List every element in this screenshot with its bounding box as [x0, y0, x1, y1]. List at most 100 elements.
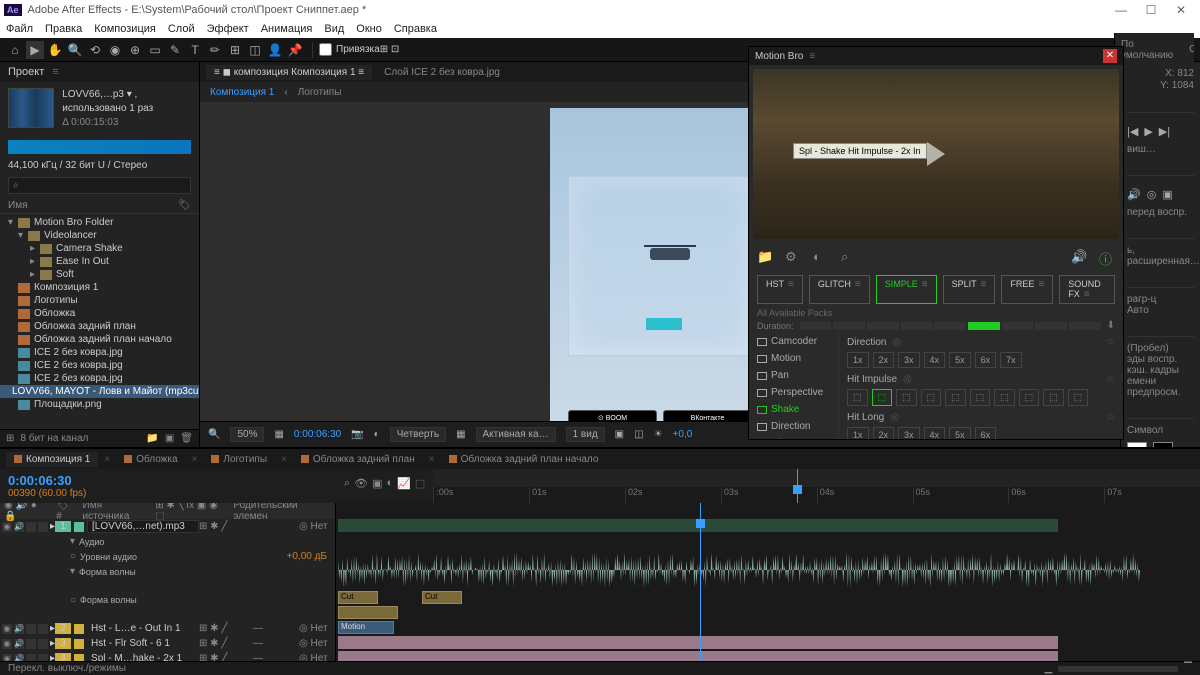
clip[interactable] [338, 651, 1058, 661]
tree-item[interactable]: ▸Camera Shake [0, 242, 199, 255]
duration-bar[interactable] [800, 322, 1101, 330]
views-dropdown[interactable]: 1 вид [566, 427, 605, 442]
canvas[interactable]: ⊙ BOOM ВКонтакте MUSIC Google Play [550, 108, 770, 421]
category-simple[interactable]: SIMPLE≡ [876, 275, 937, 304]
category-split[interactable]: SPLIT≡ [943, 275, 996, 304]
bpc-button[interactable]: 8 бит на канал [20, 433, 88, 444]
graph-icon[interactable]: 📈 [397, 477, 411, 490]
chip[interactable]: ⬚ [921, 389, 942, 406]
timeline-layer[interactable]: ○ Форма волны [0, 579, 335, 621]
res-toggle-icon[interactable]: ▦ [274, 429, 283, 440]
eraser-tool[interactable]: ◫ [246, 41, 264, 59]
menu-animation[interactable]: Анимация [261, 23, 313, 35]
timeline-layer[interactable]: ▾ Форма волны [0, 564, 335, 579]
trash-icon[interactable]: 🗑 [180, 433, 193, 444]
minimize-button[interactable]: — [1106, 3, 1136, 17]
maximize-button[interactable]: ☐ [1136, 3, 1166, 17]
tree-item[interactable]: ICE 2 без ковра.jpg [0, 359, 199, 372]
chip[interactable]: 4x [924, 427, 946, 439]
resolution-dropdown[interactable]: Четверть [390, 427, 446, 442]
category-hst[interactable]: HST≡ [757, 275, 803, 304]
breadcrumb-child[interactable]: Логотипы [298, 87, 342, 98]
menu-edit[interactable]: Правка [45, 23, 82, 35]
new-comp-icon[interactable]: ▣ [165, 433, 174, 444]
magnify-icon[interactable]: 🔍 [208, 429, 220, 440]
selection-tool[interactable]: ▶ [26, 41, 44, 59]
list-item[interactable]: Motion [749, 350, 838, 367]
list-item[interactable]: Direction [749, 418, 838, 435]
tree-item[interactable]: ICE 2 без ковра.jpg [0, 346, 199, 359]
search-layers-icon[interactable]: ⌕ [344, 477, 350, 490]
timeline-tab[interactable]: Композиция 1 [6, 452, 98, 467]
list-item[interactable]: Hit [749, 435, 838, 439]
download-icon[interactable]: ⬇ [1107, 320, 1115, 331]
zoom-dropdown[interactable]: 50% [230, 427, 264, 442]
workspace-default[interactable]: По умолчанию [1121, 39, 1173, 61]
chip[interactable]: ⬚ [872, 389, 893, 406]
list-item[interactable]: Perspective [749, 384, 838, 401]
tree-item[interactable]: Площадки.png [0, 398, 199, 411]
chip[interactable]: ⬚ [847, 389, 868, 406]
stamp-tool[interactable]: ⊞ [226, 41, 244, 59]
chip[interactable]: ⬚ [945, 389, 966, 406]
list-item[interactable]: Pan [749, 367, 838, 384]
tree-item[interactable]: ICE 2 без ковра.jpg [0, 372, 199, 385]
clip[interactable] [338, 636, 1058, 649]
workspace-help[interactable]: Справка [1189, 44, 1194, 55]
timeline-layer[interactable]: ◉🔊▸4Spl - M…hake - 2x 1⊞ ✱ ╱—◎ Нет [0, 651, 335, 661]
3d-icon[interactable]: ◫ [634, 429, 643, 440]
chip[interactable]: 5x [949, 427, 971, 439]
chip[interactable]: ⬚ [994, 389, 1015, 406]
project-tab[interactable]: Проект [8, 66, 44, 78]
dashboard-icon[interactable]: ◐ [813, 249, 829, 265]
text-tool[interactable]: T [186, 41, 204, 59]
col-tag-icon[interactable]: 🏷 [178, 200, 191, 211]
snap-toggle[interactable]: Привязка ⊞ ⊡ [319, 43, 399, 56]
grid-icon[interactable]: ▦ [456, 429, 465, 440]
chip[interactable]: 5x [949, 352, 971, 368]
play-preview-icon[interactable] [927, 142, 945, 166]
playhead[interactable] [797, 469, 798, 503]
chip[interactable]: ⬚ [1019, 389, 1040, 406]
comp-tab-active[interactable]: ≡ ◼ композиция Композиция 1 ≡ [206, 65, 372, 80]
chip[interactable]: ⬚ [1043, 389, 1064, 406]
clip[interactable]: Motion [338, 621, 394, 634]
current-timecode[interactable]: 0:00:06:30 [8, 473, 328, 488]
layer-tab[interactable]: Слой ICE 2 без ковра.jpg [376, 65, 508, 80]
category-sound fx[interactable]: SOUND FX≡ [1059, 275, 1115, 304]
breadcrumb-root[interactable]: Композиция 1 [210, 87, 274, 98]
timeline-layer[interactable]: ○ Уровни аудио+0,00 дБ [0, 549, 335, 564]
new-folder-icon[interactable]: 📁 [146, 433, 158, 444]
pen-tool[interactable]: ✎ [166, 41, 184, 59]
col-name[interactable]: Имя [8, 200, 27, 211]
timeline-layer[interactable]: ▾ Аудио [0, 534, 335, 549]
menu-composition[interactable]: Композиция [94, 23, 156, 35]
motion-blur-icon[interactable]: ◐ [387, 477, 394, 490]
speaker-icon[interactable]: 🔊 [1127, 188, 1141, 201]
zoom-tool[interactable]: 🔍 [66, 41, 84, 59]
tree-item[interactable]: Обложка [0, 307, 199, 320]
preset-category-list[interactable]: CamcoderMotionPanPerspectiveShakeDirecti… [749, 333, 839, 439]
tree-item[interactable]: Композиция 1 [0, 281, 199, 294]
alpha-icon[interactable]: ▣ [615, 429, 624, 440]
panel-menu-icon[interactable]: ≡ [809, 51, 815, 62]
frame-blend-icon[interactable]: ▣ [372, 477, 382, 490]
chip[interactable]: ⬚ [1068, 389, 1089, 406]
menu-window[interactable]: Окно [356, 23, 382, 35]
timeline-tab[interactable]: Обложка [116, 452, 185, 467]
puppet-tool[interactable]: 📌 [286, 41, 304, 59]
settings-icon[interactable]: ⚙ [785, 249, 801, 265]
rotate-tool[interactable]: ◉ [106, 41, 124, 59]
mute-icon[interactable]: ▣ [1162, 188, 1172, 201]
camera-dropdown[interactable]: Активная ка… [476, 427, 556, 442]
clip[interactable] [338, 606, 398, 619]
brush-tool[interactable]: ✏ [206, 41, 224, 59]
zoom-out-icon[interactable]: ▁ [1045, 663, 1053, 674]
list-item[interactable]: Shake [749, 401, 838, 418]
list-item[interactable]: Camcoder [749, 333, 838, 350]
chip[interactable]: 2x [873, 352, 895, 368]
timeline-tab[interactable]: Обложка задний план начало [441, 452, 607, 467]
clip[interactable]: Cut [422, 591, 462, 604]
chip[interactable]: 6x [975, 427, 997, 439]
category-glitch[interactable]: GLITCH≡ [809, 275, 870, 304]
